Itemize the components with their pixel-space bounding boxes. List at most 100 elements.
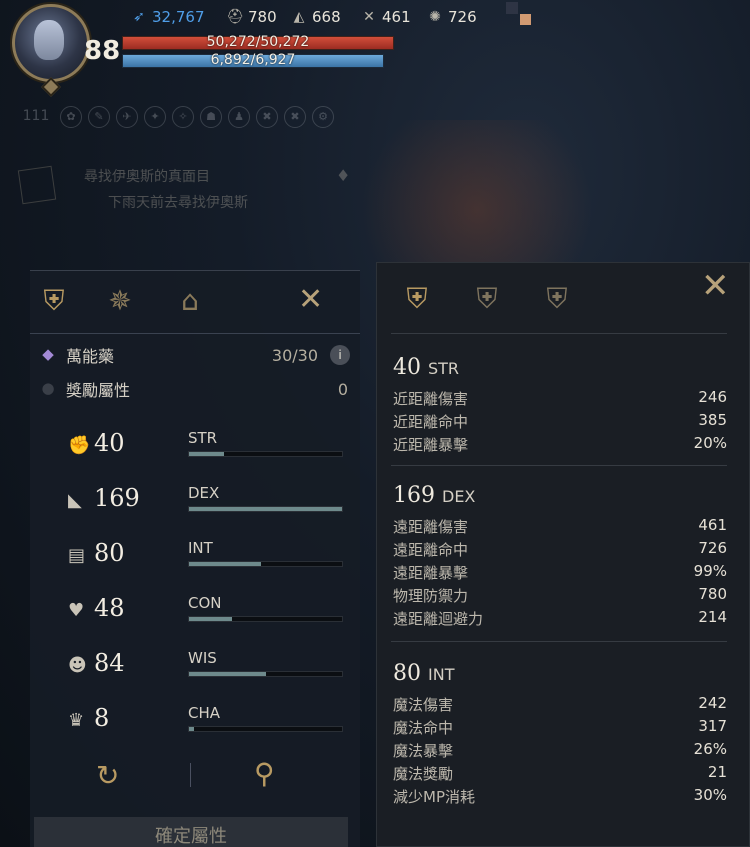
detail-label: 近距離暴擊 <box>393 436 469 454</box>
buff-icon: ✖ <box>284 106 306 128</box>
wing-icon: ➶ <box>133 9 145 25</box>
stat-bar <box>188 616 343 622</box>
stat-bar-fill <box>189 562 261 566</box>
wizard-hat-value: 668 <box>312 8 341 26</box>
boot-icon: ◣ <box>68 490 82 511</box>
tab-compass[interactable]: ✵ <box>102 283 138 319</box>
search-button[interactable]: ⚲ <box>254 757 275 790</box>
detail-row: 近距離命中 385 <box>393 411 727 434</box>
bonus-row: ● 獎勵屬性 0 <box>38 377 352 401</box>
open-book-icon: ▤ <box>68 545 86 566</box>
detail-label: 魔法傷害 <box>393 696 454 714</box>
stat-row-con[interactable]: ♥ 48 CON <box>30 590 360 645</box>
divider <box>391 641 727 642</box>
stat-value: 80 <box>94 539 125 567</box>
detail-label: 減少MP消耗 <box>393 788 475 806</box>
stat-row-dex[interactable]: ◣ 169 DEX <box>30 480 360 535</box>
detail-label: 遠距離迴避力 <box>393 610 484 628</box>
section-header: 40 STR <box>393 355 727 380</box>
section-str: 40 STR 近距離傷害 246 近距離命中 385 近距離暴擊 20% <box>393 355 727 457</box>
helmet-icon: ⛑ <box>226 9 244 25</box>
stat-name: WIS <box>188 649 217 667</box>
section-header: 169 DEX <box>393 483 727 508</box>
reset-button[interactable]: ↻ <box>96 759 119 792</box>
detail-row: 近距離傷害 246 <box>393 388 727 411</box>
section-name: DEX <box>442 487 476 506</box>
stat-value: 84 <box>94 649 125 677</box>
stat-name: CHA <box>188 704 221 722</box>
helmet-plus-icon: ⛨ <box>476 282 498 315</box>
panel-actions: ↻ ⚲ <box>30 751 360 811</box>
buff-icon: ⚙ <box>312 106 334 128</box>
helmet-value: 780 <box>248 8 277 26</box>
stat-crossed-bow: ✕ 461 <box>360 8 411 26</box>
muscle-arm-icon: ✊ <box>68 435 91 456</box>
detail-label: 近距離傷害 <box>393 390 469 408</box>
stat-bar-fill <box>189 672 266 676</box>
helmet-shield-icon: ⛨ <box>546 282 568 315</box>
tab-detail-shield[interactable]: ⛨ <box>539 281 575 317</box>
stat-row-wis[interactable]: ☻ 84 WIS <box>30 645 360 700</box>
avatar <box>34 20 64 60</box>
stat-row-str[interactable]: ✊ 40 STR <box>30 425 360 480</box>
quest-title: 尋找伊奧斯的真面目 <box>84 169 210 185</box>
stat-value: 48 <box>94 594 125 622</box>
detail-row: 魔法獎勵 21 <box>393 763 727 786</box>
quest-desc: 下雨天前去尋找伊奧斯 <box>108 195 248 211</box>
crown-icon: ♛ <box>68 710 85 731</box>
detail-row: 魔法暴擊 26% <box>393 740 727 763</box>
detail-row: 魔法命中 317 <box>393 717 727 740</box>
helmet-gear-icon: ⛨ <box>406 282 428 315</box>
quest-bell-icon: ♦ <box>336 166 351 185</box>
detail-row: 遠距離傷害 461 <box>393 516 727 539</box>
detail-label: 物理防禦力 <box>393 587 469 605</box>
character-portrait[interactable] <box>12 4 90 97</box>
mp-text: 6,892/6,927 <box>210 52 296 68</box>
tab-house[interactable]: ⌂ <box>172 283 208 319</box>
crossed-bow-icon: ✕ <box>363 9 375 25</box>
confirm-stats-button[interactable]: 確定屬性 <box>34 817 348 847</box>
stat-row-int[interactable]: ▤ 80 INT <box>30 535 360 590</box>
tab-detail-gear[interactable]: ⛨ <box>399 281 435 317</box>
detail-value: 461 <box>698 516 727 534</box>
spark-value: 726 <box>448 8 477 26</box>
stat-bar <box>188 671 343 677</box>
buff-icon: ✿ <box>60 106 82 128</box>
tab-detail-plus[interactable]: ⛨ <box>469 281 505 317</box>
stat-row-cha[interactable]: ♛ 8 CHA <box>30 700 360 755</box>
stat-bar-fill <box>189 507 342 511</box>
heart-pulse-icon: ♥ <box>68 600 85 621</box>
magnifier-icon: ⚲ <box>254 757 275 790</box>
stat-helmet: ⛑ 780 <box>226 8 277 26</box>
compass-star-icon: ✵ <box>108 284 132 317</box>
close-button[interactable]: ✕ <box>298 285 323 315</box>
detail-value: 99% <box>693 562 727 580</box>
detail-value: 242 <box>698 694 727 712</box>
stat-bar-fill <box>189 452 225 456</box>
crystal-icon: ◆ <box>42 345 54 363</box>
stat-value: 40 <box>94 429 125 457</box>
house-icon: ⌂ <box>181 284 199 317</box>
stat-list: ✊ 40 STR ◣ 169 DEX ▤ 80 INT ♥ 48 CON ☻ 8… <box>30 421 360 741</box>
stat-wizard-hat: ◭ 668 <box>290 8 341 26</box>
info-icon[interactable]: i <box>330 345 350 365</box>
tab-stats[interactable]: ⛨ <box>36 283 72 319</box>
buff-icon: ♟ <box>228 106 250 128</box>
detail-value: 317 <box>698 717 727 735</box>
stat-value: 169 <box>94 484 140 512</box>
stat-bar <box>188 561 343 567</box>
buff-row: 111 ✿ ✎ ✈ ✦ ✧ ☗ ♟ ✖ ✖ ⚙ <box>18 106 334 128</box>
section-int: 80 INT 魔法傷害 242 魔法命中 317 魔法暴擊 26% 魔法獎勵 21 減少… <box>393 661 727 809</box>
status-pixel-orange <box>520 14 531 25</box>
divider <box>30 333 360 334</box>
section-dex: 169 DEX 遠距離傷害 461 遠距離命中 726 遠距離暴擊 99% 物理防禦力… <box>393 483 727 631</box>
detail-label: 魔法命中 <box>393 719 454 737</box>
detail-value: 26% <box>693 740 727 758</box>
elixir-row: ◆ 萬能藥 30/30 i <box>38 343 352 367</box>
detail-row: 遠距離暴擊 99% <box>393 562 727 585</box>
stat-name: DEX <box>188 484 220 502</box>
detail-value: 20% <box>693 434 727 452</box>
stat-bar <box>188 451 343 457</box>
close-detail-button[interactable]: ✕ <box>701 269 730 303</box>
ember-glow <box>360 120 750 270</box>
